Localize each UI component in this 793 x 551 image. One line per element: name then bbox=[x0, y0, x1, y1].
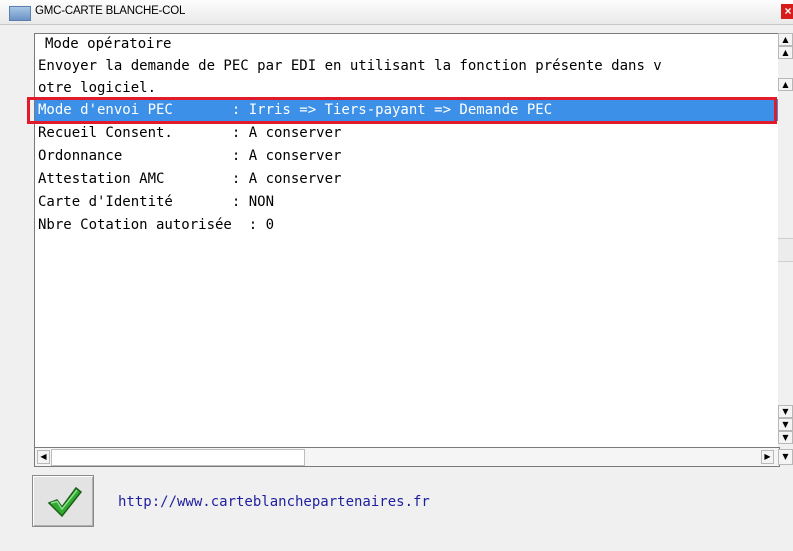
arrow-right-icon[interactable]: ▶ bbox=[761, 450, 774, 464]
highlight-annotation-box bbox=[27, 97, 777, 124]
green-checkmark-icon bbox=[47, 486, 83, 518]
panel-header-label: Mode opératoire bbox=[45, 36, 172, 52]
vertical-scrollbar[interactable]: ▲ ▼ ▼ ▼ bbox=[778, 78, 793, 447]
text-line-cotation[interactable]: Nbre Cotation autorisée : 0 bbox=[38, 214, 274, 236]
partner-website-link[interactable]: http://www.carteblanchepartenaires.fr bbox=[118, 494, 430, 510]
horizontal-scroll-thumb[interactable] bbox=[51, 449, 305, 466]
text-line-ordonnance[interactable]: Ordonnance : A conserver bbox=[38, 145, 341, 167]
dialog-window: GMC-CARTE BLANCHE-COL × Mode opératoire … bbox=[0, 0, 793, 551]
text-line-attestation[interactable]: Attestation AMC : A conserver bbox=[38, 168, 341, 190]
close-button[interactable]: × bbox=[781, 4, 793, 19]
text-line-recueil[interactable]: Recueil Consent. : A conserver bbox=[38, 122, 341, 144]
arrow-left-icon[interactable]: ◀ bbox=[37, 450, 50, 464]
vertical-scrollbar-top[interactable]: ▲ ▲ bbox=[778, 33, 793, 78]
window-title: GMC-CARTE BLANCHE-COL bbox=[35, 5, 186, 17]
text-line-1: Envoyer la demande de PEC par EDI en uti… bbox=[38, 58, 662, 74]
vertical-scroll-thumb[interactable] bbox=[778, 238, 793, 262]
ok-button[interactable] bbox=[32, 475, 94, 527]
text-line-carte-identite[interactable]: Carte d'Identité : NON bbox=[38, 191, 274, 213]
scroll-top-icon[interactable]: ▲ bbox=[778, 33, 793, 46]
horizontal-scrollbar[interactable]: ◀ ▶ bbox=[34, 447, 780, 467]
title-bar[interactable]: GMC-CARTE BLANCHE-COL × bbox=[0, 0, 793, 25]
app-window-icon bbox=[9, 6, 31, 21]
panel-header: Mode opératoire bbox=[34, 33, 780, 56]
scroll-down-page-icon[interactable]: ▼ bbox=[778, 418, 793, 431]
scroll-up-page-icon[interactable]: ▲ bbox=[778, 46, 793, 59]
scroll-bottom-icon[interactable]: ▼ bbox=[778, 431, 793, 444]
arrow-down-icon[interactable]: ▼ bbox=[778, 405, 793, 418]
scroll-end-controls[interactable]: ▼ bbox=[778, 447, 793, 467]
arrow-up-icon[interactable]: ▲ bbox=[778, 78, 793, 91]
scroll-end-icon[interactable]: ▼ bbox=[778, 449, 793, 465]
text-line-2: otre logiciel. bbox=[38, 80, 157, 96]
